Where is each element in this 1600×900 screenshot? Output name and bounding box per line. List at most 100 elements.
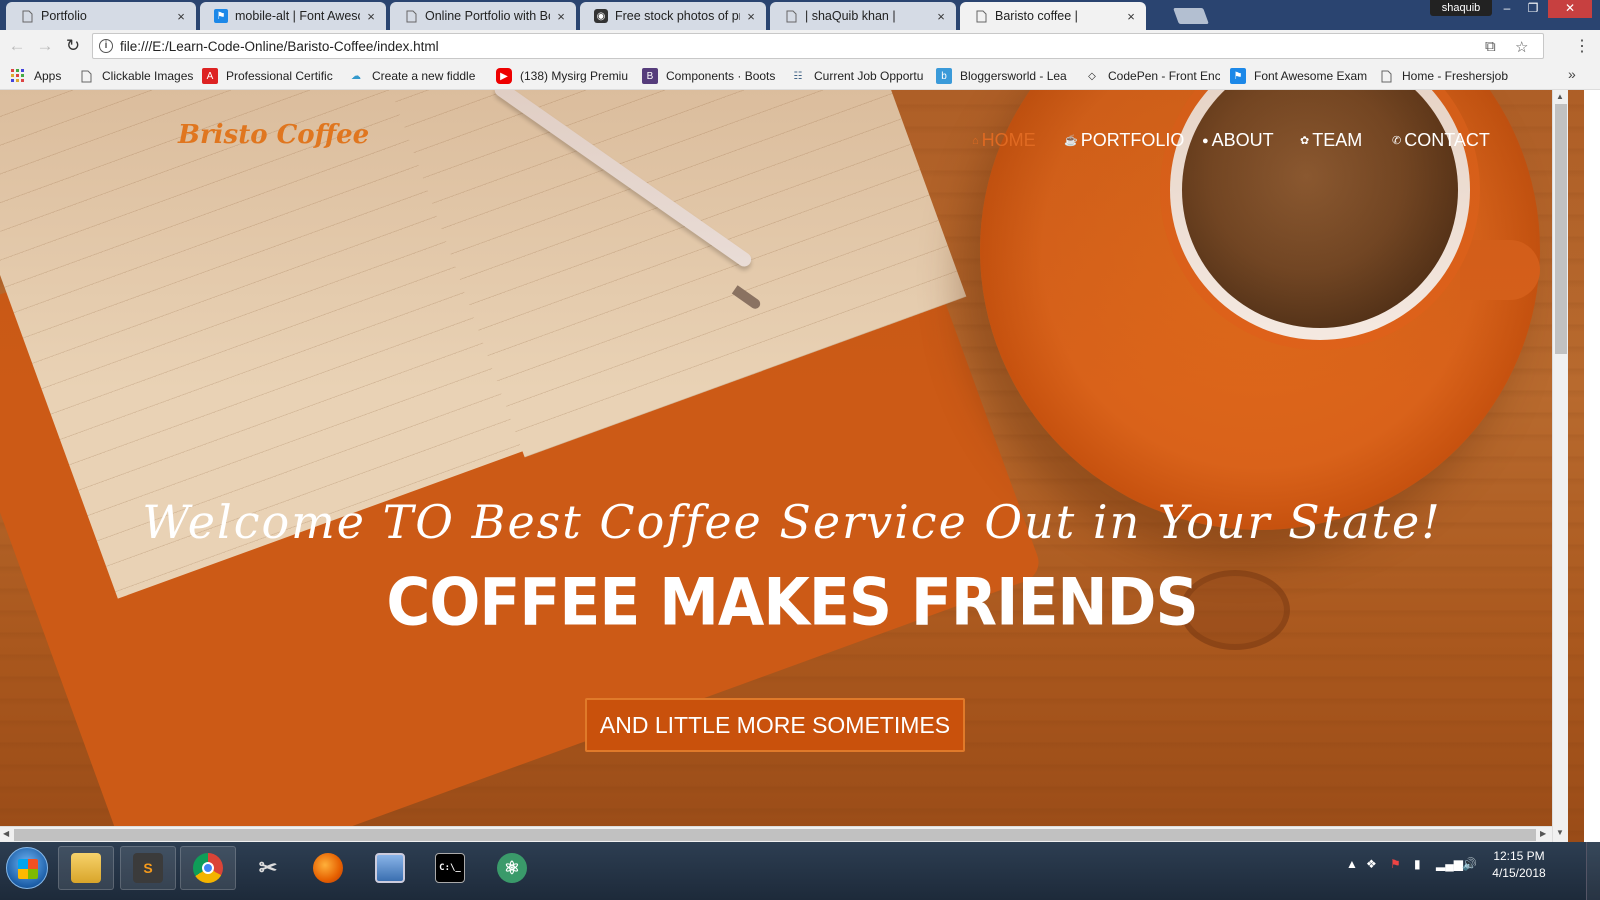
tab-close-icon[interactable]: × [364,9,378,24]
taskbar-atom[interactable]: ⚛ [484,846,540,890]
nav-contact[interactable]: ✆ CONTACT [1392,130,1490,151]
nav-label: CONTACT [1404,130,1490,150]
scroll-up-arrow-icon[interactable]: ▲ [1556,92,1564,101]
scissors-icon: ✂ [258,855,278,880]
tab-shaquib-khan[interactable]: | shaQuib khan | × [770,2,956,30]
back-arrow-icon[interactable]: ← [6,36,28,56]
hero-cta-button[interactable]: AND LITTLE MORE SOMETIMES [585,698,965,752]
profile-name[interactable]: shaquib [1430,0,1492,16]
page-icon [784,9,798,23]
horizontal-scroll-thumb[interactable] [14,829,1536,841]
taskbar-command-prompt[interactable]: C:\_ [422,846,478,890]
tab-title: Online Portfolio with Boo [425,9,550,23]
bookmark-freshersjob[interactable]: Home - Freshersjob [1378,66,1514,86]
bookmark-mysirg[interactable]: ▶ (138) Mysirg Premiu [496,66,630,86]
system-clock[interactable]: 12:15 PM 4/15/2018 [1488,848,1550,882]
tab-baristo-coffee[interactable]: Baristo coffee | × [960,2,1146,30]
tab-close-icon[interactable]: × [554,9,568,24]
vertical-scrollbar[interactable]: ▲ ▼ [1552,90,1568,842]
bookmark-label: Professional Certific [226,69,333,83]
clock-date: 4/15/2018 [1492,866,1546,880]
bookmark-bloggersworld[interactable]: b Bloggersworld - Lea [936,66,1072,86]
tray-expand-icon[interactable]: ▲ [1346,857,1358,871]
coffee-icon: ☕ [1064,135,1078,147]
font-awesome-flag-icon: ⚑ [214,9,228,23]
tab-portfolio[interactable]: Portfolio × [6,2,196,30]
bookmarks-overflow-icon[interactable]: » [1568,66,1576,82]
star-bookmark-icon[interactable]: ☆ [1515,38,1528,56]
windows-logo-icon [18,859,38,879]
cloud-icon: ☁ [351,70,361,82]
nav-label: TEAM [1312,130,1363,150]
tab-close-icon[interactable]: × [934,9,948,24]
bookmark-bootstrap-components[interactable]: B Components · Boots [642,66,778,86]
bookmark-label: Home - Freshersjob [1402,69,1509,83]
bookmarks-bar: Apps Clickable Images A Professional Cer… [0,62,1600,90]
bookmark-clickable-images[interactable]: Clickable Images [78,66,196,86]
scroll-left-arrow-icon[interactable]: ◀ [3,829,9,838]
reload-icon[interactable]: ↻ [62,36,84,56]
windows-taskbar: S ✂ C:\_ ⚛ ▲ ❖ ⚑ ▮ ▂▄▆ 🔊 12:15 PM 4/15/2… [0,842,1600,900]
taskbar-snipping-tool[interactable]: ✂ [240,846,296,890]
tab-title: | shaQuib khan | [805,9,896,23]
bookmark-apps[interactable]: Apps [10,66,61,86]
close-window-button[interactable]: ✕ [1548,0,1592,18]
volume-icon[interactable]: 🔊 [1462,857,1477,871]
action-center-flag-icon[interactable]: ⚑ [1390,857,1401,871]
tab-close-icon[interactable]: × [174,9,188,24]
forward-arrow-icon[interactable]: → [34,36,56,56]
page-viewport: Bristo Coffee ⌂ HOME ☕ PORTFOLIO ● ABOUT… [0,90,1584,842]
youtube-icon: ▶ [496,68,512,84]
tab-online-portfolio[interactable]: Online Portfolio with Boo × [390,2,576,30]
vertical-scroll-thumb[interactable] [1555,104,1567,354]
bootstrap-icon: B [642,68,658,84]
tab-title: Portfolio [41,9,87,23]
nav-label: PORTFOLIO [1080,130,1185,150]
site-brand-logo[interactable]: Bristo Coffee [178,120,369,150]
start-button[interactable] [6,847,48,889]
translate-icon[interactable]: ⧉ [1485,38,1496,55]
bookmark-create-fiddle[interactable]: ☁ Create a new fiddle [348,66,486,86]
page-icon [78,68,94,84]
tab-close-icon[interactable]: × [1124,9,1138,24]
nav-home[interactable]: ⌂ HOME [972,130,1036,151]
battery-icon[interactable]: ▮ [1414,857,1421,871]
terminal-icon: C:\_ [435,853,465,883]
horizontal-scrollbar[interactable]: ◀ ▶ [0,826,1552,842]
nav-team[interactable]: ✿ TEAM [1300,130,1362,151]
taskbar-firefox[interactable] [300,846,356,890]
address-url[interactable]: file:///E:/Learn-Code-Online/Baristo-Cof… [120,39,439,54]
page-icon [20,9,34,23]
nav-portfolio[interactable]: ☕ PORTFOLIO [1064,130,1184,151]
taskbar-chrome[interactable] [180,846,236,890]
taskbar-remote-desktop[interactable] [362,846,418,890]
bookmark-label: (138) Mysirg Premiu [520,69,629,83]
tab-close-icon[interactable]: × [744,9,758,24]
chrome-menu-icon[interactable]: ⋮ [1574,36,1590,56]
bookmark-codepen[interactable]: ◇ CodePen - Front Enc [1084,66,1220,86]
site-info-icon[interactable]: i [99,39,113,53]
nav-about[interactable]: ● ABOUT [1202,130,1274,151]
hero-tagline: Welcome TO Best Coffee Service Out in Yo… [142,495,1442,549]
scroll-right-arrow-icon[interactable]: ▶ [1540,829,1546,838]
minimize-button[interactable]: – [1494,0,1520,18]
phone-icon: ✆ [1392,135,1402,147]
address-bar[interactable]: i file:///E:/Learn-Code-Online/Baristo-C… [92,33,1544,59]
taskbar-explorer[interactable] [58,846,114,890]
bookmark-professional-certific[interactable]: A Professional Certific [202,66,338,86]
taskbar-sublime-text[interactable]: S [120,846,176,890]
scroll-down-arrow-icon[interactable]: ▼ [1556,828,1564,837]
page-icon [404,9,418,23]
tab-font-awesome[interactable]: ⚑ mobile-alt | Font Awesom × [200,2,386,30]
network-signal-icon[interactable]: ▂▄▆ [1436,857,1463,871]
maximize-button[interactable]: ❐ [1520,0,1546,18]
monitor-icon [375,853,405,883]
new-tab-button[interactable] [1173,8,1209,24]
bookmark-font-awesome-exam[interactable]: ⚑ Font Awesome Exam [1230,66,1368,86]
bookmark-current-job[interactable]: ☷ Current Job Opportu [790,66,926,86]
home-icon: ⌂ [972,134,979,147]
show-desktop-button[interactable] [1586,842,1600,900]
atom-icon: ⚛ [497,853,527,883]
dropbox-tray-icon[interactable]: ❖ [1366,857,1377,871]
tab-stock-photos[interactable]: ◉ Free stock photos of proj × [580,2,766,30]
